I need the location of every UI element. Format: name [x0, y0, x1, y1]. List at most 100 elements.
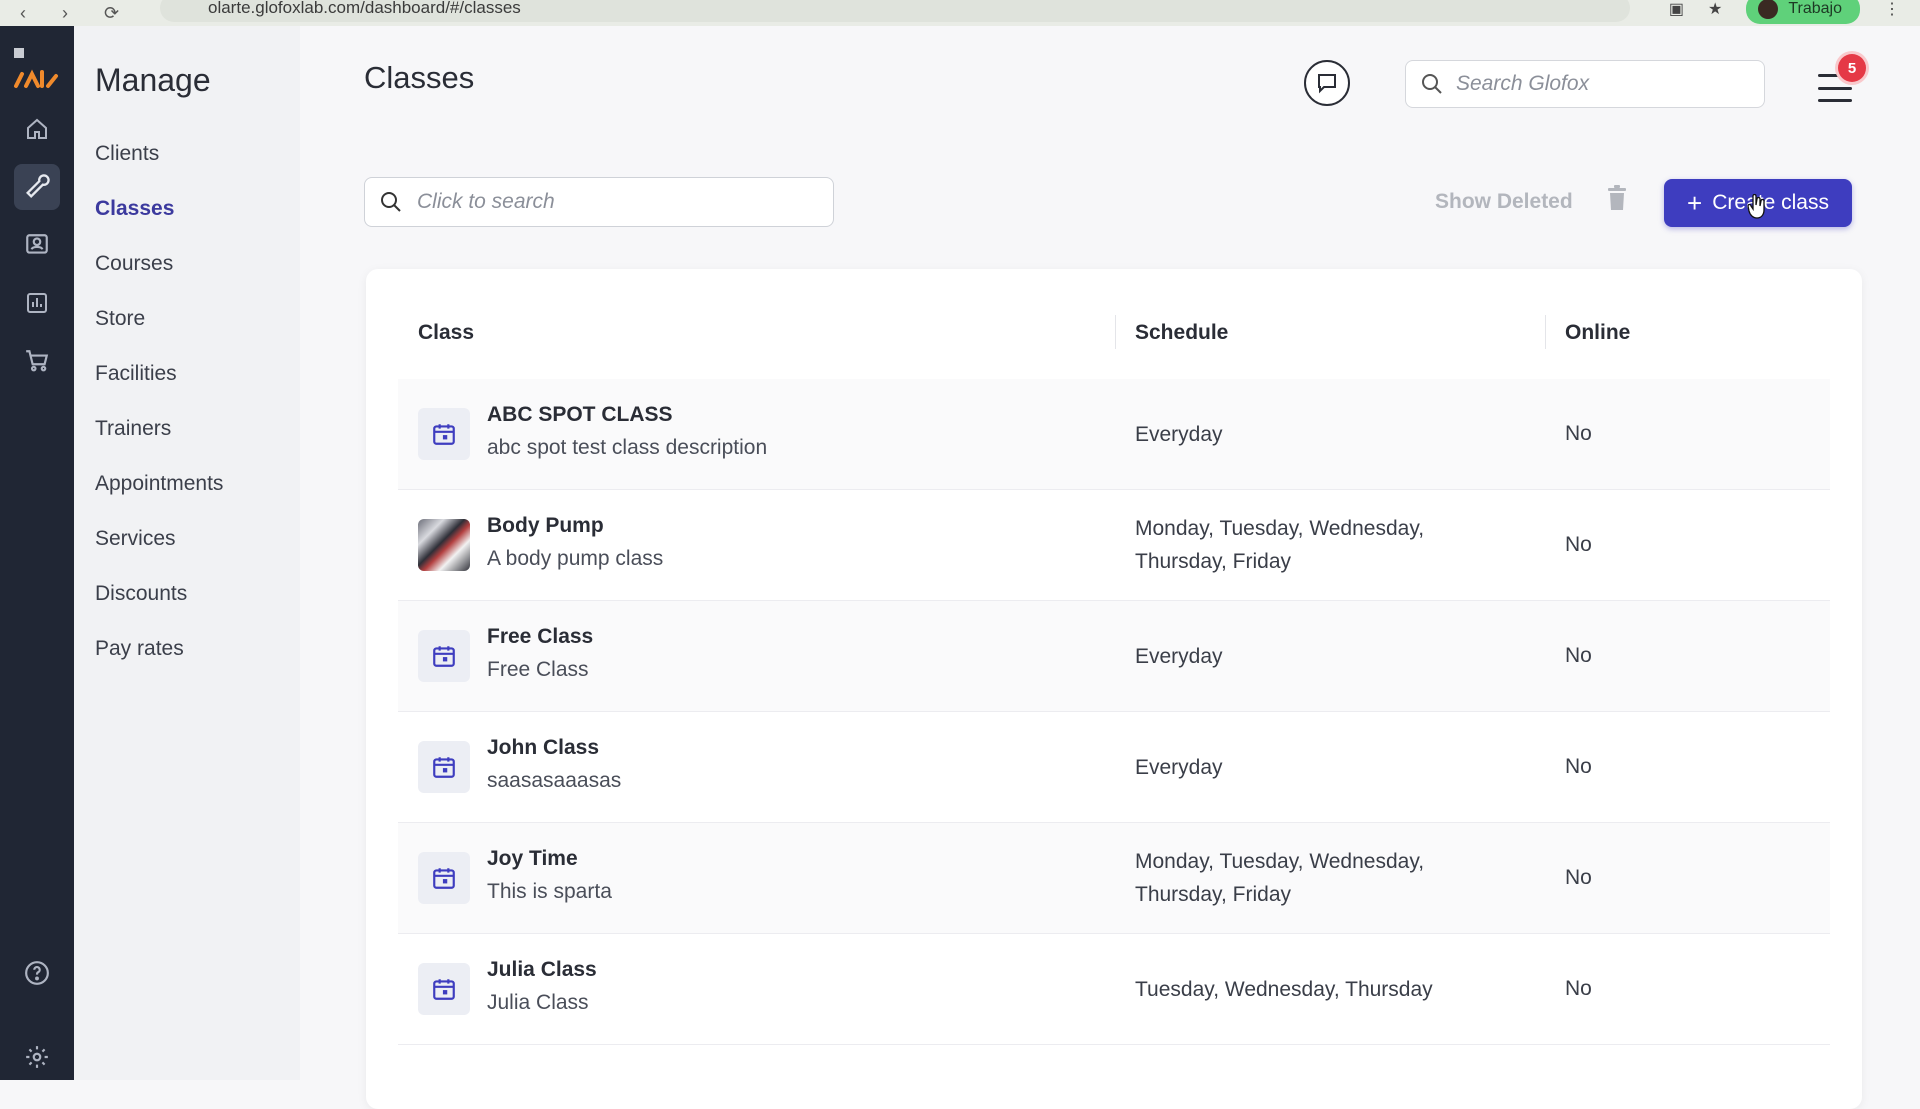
class-online: No [1565, 977, 1592, 1000]
class-name[interactable]: Body Pump [487, 514, 604, 538]
class-schedule: Monday, Tuesday, Wednesday, Thursday, Fr… [1135, 850, 1425, 906]
global-search[interactable] [1405, 60, 1765, 108]
class-online: No [1565, 533, 1592, 556]
classes-table: Class Schedule Online ABC SPOT CLASS abc… [366, 269, 1862, 1109]
browser-toolbar: ‹ › ⟳ olarte.glofoxlab.com/dashboard/#/c… [0, 0, 1920, 26]
translate-icon[interactable]: ▣ [1669, 0, 1684, 19]
home-icon[interactable] [14, 106, 60, 152]
class-name[interactable]: Free Class [487, 625, 593, 649]
icon-rail [0, 26, 74, 1080]
sidebar-item-clients[interactable]: Clients [95, 126, 223, 181]
address-bar[interactable]: olarte.glofoxlab.com/dashboard/#/classes [160, 0, 1630, 22]
cart-icon[interactable] [14, 338, 60, 384]
browser-menu-icon[interactable]: ⋮ [1884, 0, 1900, 19]
show-deleted-toggle[interactable]: Show Deleted [1435, 190, 1573, 214]
column-divider [1545, 315, 1546, 349]
class-schedule: Monday, Tuesday, Wednesday, Thursday, Fr… [1135, 517, 1425, 573]
class-thumbnail [418, 630, 470, 682]
contact-card-icon[interactable] [14, 222, 60, 268]
sidebar-item-courses[interactable]: Courses [95, 236, 223, 291]
table-row[interactable]: ABC SPOT CLASS abc spot test class descr… [398, 379, 1830, 490]
table-body: ABC SPOT CLASS abc spot test class descr… [398, 379, 1830, 1045]
profile-chip[interactable]: Trabajo [1746, 0, 1860, 24]
column-header-schedule[interactable]: Schedule [1135, 321, 1228, 345]
class-description: saasasaaasas [487, 769, 622, 792]
sidebar-item-discounts[interactable]: Discounts [95, 566, 223, 621]
class-search-input[interactable] [415, 189, 819, 215]
class-name[interactable]: Julia Class [487, 958, 597, 982]
forward-icon[interactable]: › [62, 3, 68, 24]
plus-icon: + [1687, 188, 1703, 218]
class-online: No [1565, 644, 1592, 667]
trash-icon[interactable] [1605, 184, 1629, 212]
sidebar-item-facilities[interactable]: Facilities [95, 346, 223, 401]
chat-icon [1315, 71, 1339, 95]
sidebar-item-pay-rates[interactable]: Pay rates [95, 621, 223, 676]
search-icon [1420, 72, 1444, 96]
manage-sidebar: Manage Clients Classes Courses Store Fac… [74, 26, 300, 1080]
class-name[interactable]: Joy Time [487, 847, 578, 871]
logo-icon [12, 46, 62, 94]
class-description: abc spot test class description [487, 436, 768, 459]
class-schedule: Everyday [1135, 755, 1223, 779]
notification-badge[interactable]: 5 [1838, 54, 1866, 82]
table-row[interactable]: Joy Time This is sparta Monday, Tuesday,… [398, 823, 1830, 934]
sidebar-item-appointments[interactable]: Appointments [95, 456, 223, 511]
create-class-label: Create class [1712, 191, 1829, 214]
bookmark-star-icon[interactable]: ★ [1708, 0, 1722, 19]
help-icon[interactable] [14, 950, 60, 996]
class-name[interactable]: ABC SPOT CLASS [487, 403, 673, 427]
class-schedule: Everyday [1135, 422, 1223, 446]
browser-nav: ‹ › ⟳ [20, 3, 119, 24]
table-row[interactable]: Free Class Free Class Everyday No [398, 601, 1830, 712]
address-bar-url: olarte.glofoxlab.com/dashboard/#/classes [208, 0, 521, 17]
class-name[interactable]: John Class [487, 736, 599, 760]
browser-actions: ▣ ★ Trabajo ⋮ [1669, 0, 1900, 24]
calendar-icon [431, 976, 457, 1002]
sidebar-title: Manage [95, 62, 211, 98]
class-description: A body pump class [487, 547, 664, 570]
back-icon[interactable]: ‹ [20, 3, 26, 24]
class-description: Free Class [487, 658, 589, 681]
chat-button[interactable] [1304, 60, 1350, 106]
hand-cursor-icon [1747, 193, 1767, 225]
class-schedule: Everyday [1135, 644, 1223, 668]
column-header-class[interactable]: Class [418, 321, 474, 345]
sidebar-item-classes[interactable]: Classes [95, 181, 223, 236]
class-photo [418, 519, 470, 571]
class-description: This is sparta [487, 880, 612, 903]
global-search-input[interactable] [1454, 71, 1748, 97]
bar-chart-icon[interactable] [14, 280, 60, 326]
class-thumbnail [418, 963, 470, 1015]
gear-icon[interactable] [14, 1034, 60, 1080]
search-icon [379, 190, 403, 214]
column-header-online[interactable]: Online [1565, 321, 1630, 345]
column-divider [1115, 315, 1116, 349]
class-schedule: Tuesday, Wednesday, Thursday [1135, 977, 1433, 1001]
reload-icon[interactable]: ⟳ [104, 3, 119, 24]
sidebar-item-services[interactable]: Services [95, 511, 223, 566]
page-title: Classes [364, 60, 475, 95]
table-header: Class Schedule Online [418, 315, 1828, 361]
calendar-icon [431, 643, 457, 669]
sidebar-item-trainers[interactable]: Trainers [95, 401, 223, 456]
sidebar-menu: Clients Classes Courses Store Facilities… [95, 126, 223, 676]
class-thumbnail [418, 408, 470, 460]
class-thumbnail [418, 852, 470, 904]
calendar-icon [431, 754, 457, 780]
class-search[interactable] [364, 177, 834, 227]
rail-bottom [14, 938, 60, 1080]
class-thumbnail [418, 741, 470, 793]
sidebar-item-store[interactable]: Store [95, 291, 223, 346]
class-description: Julia Class [487, 991, 589, 1014]
table-row[interactable]: Julia Class Julia Class Tuesday, Wednesd… [398, 934, 1830, 1045]
calendar-icon [431, 421, 457, 447]
class-online: No [1565, 422, 1592, 445]
profile-label: Trabajo [1788, 0, 1842, 17]
avatar [1758, 0, 1779, 19]
calendar-icon [431, 865, 457, 891]
table-row[interactable]: John Class saasasaaasas Everyday No [398, 712, 1830, 823]
wrench-icon[interactable] [14, 164, 60, 210]
main-content: Classes 5 Show Deleted + Create class Cl… [300, 26, 1920, 1109]
table-row[interactable]: Body Pump A body pump class Monday, Tues… [398, 490, 1830, 601]
